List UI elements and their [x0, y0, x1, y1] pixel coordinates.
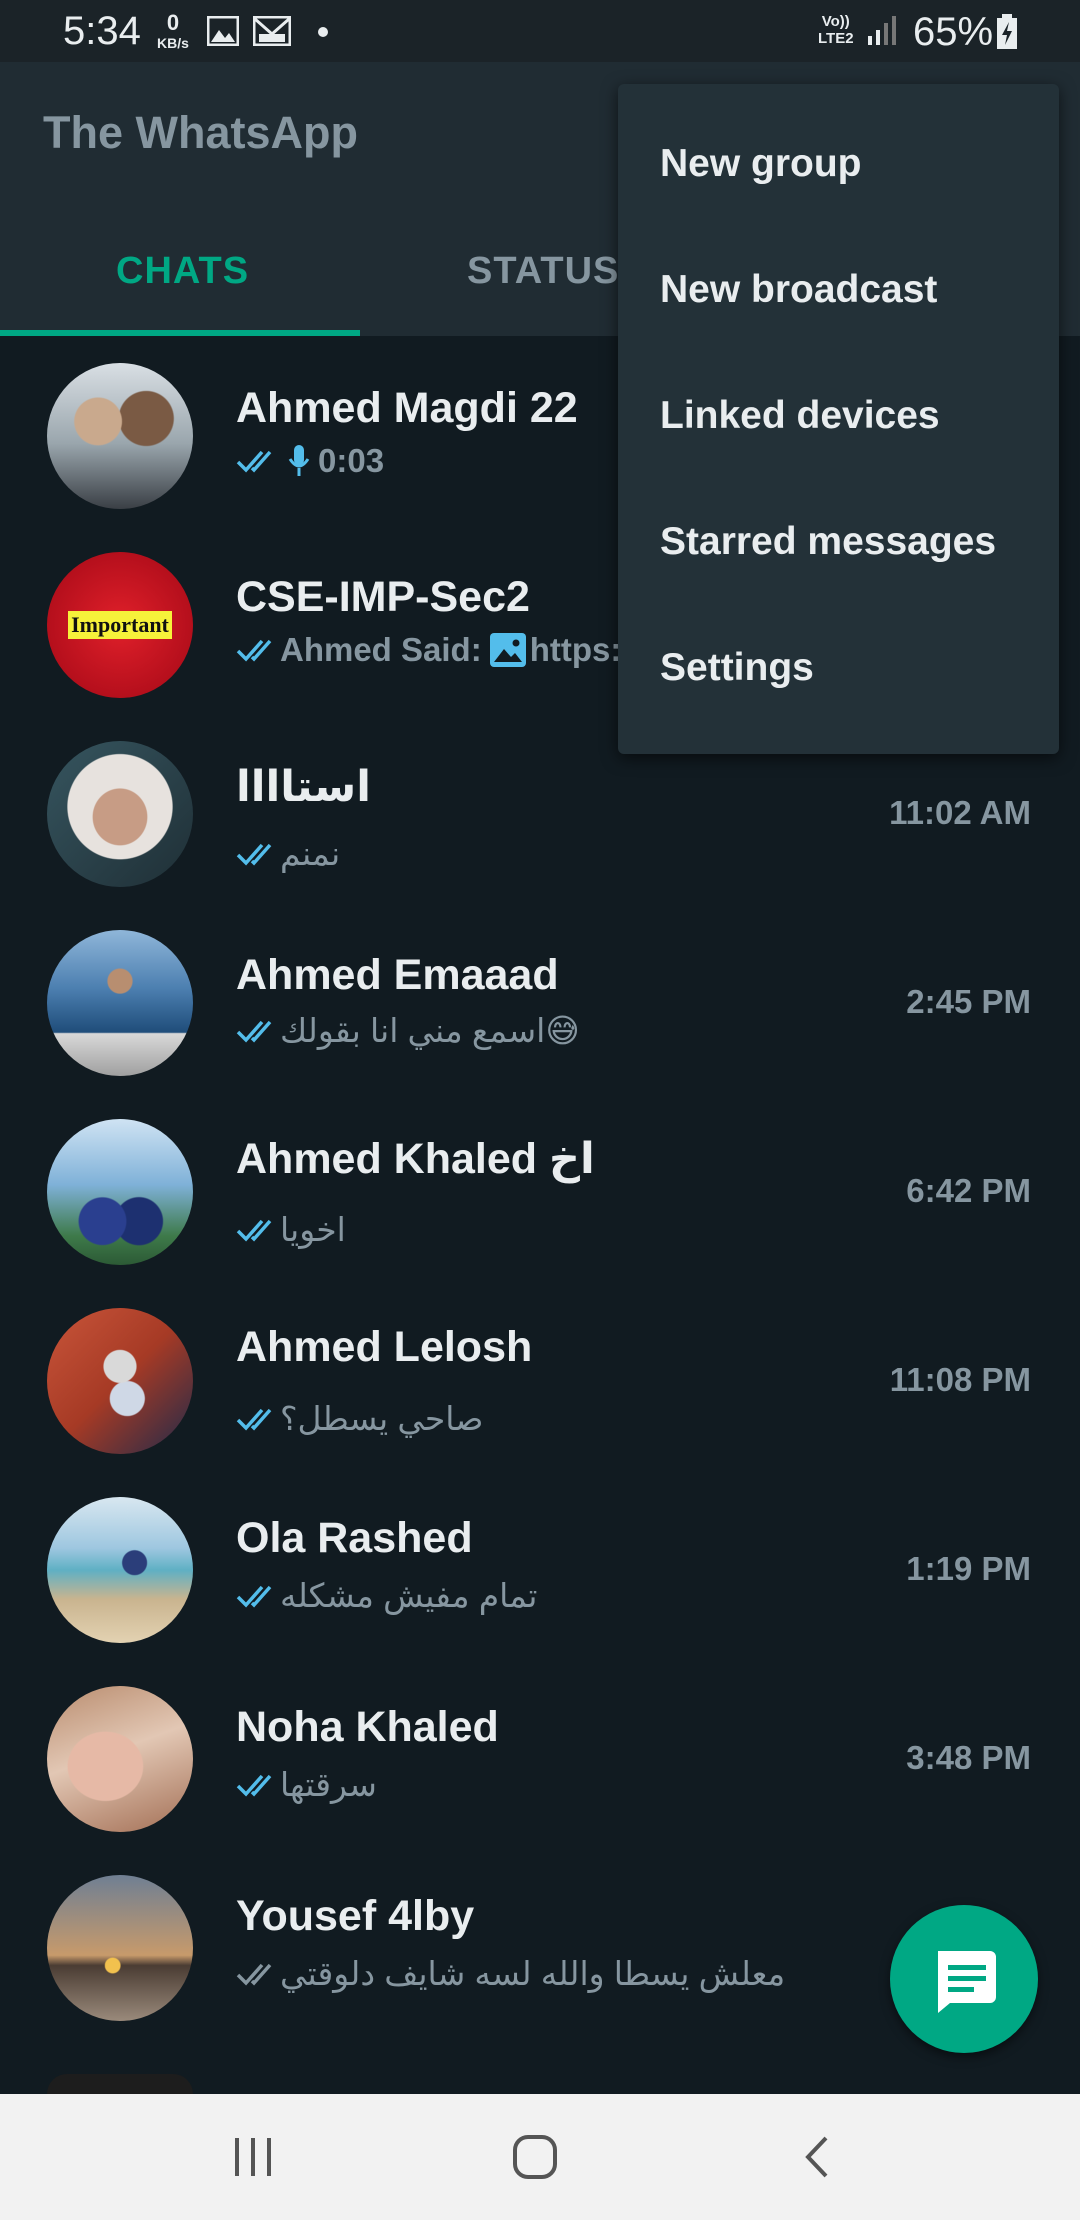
message-text: تمام مفيش مشكله — [280, 1577, 538, 1614]
chat-name: Noha Khaled — [236, 1703, 499, 1751]
new-chat-icon — [938, 1951, 996, 2013]
avatar-label: Important — [68, 611, 172, 639]
chat-name: Yousef 4lby — [236, 1892, 475, 1940]
avatar[interactable]: Important — [47, 552, 193, 698]
chat-row[interactable]: Noha Khaled سرقتها 3:48 PM — [0, 1665, 1080, 1854]
chat-time: 11:02 AM — [889, 794, 1031, 831]
message-text: اسمع مني انا بقولك😅 — [280, 1012, 580, 1049]
chat-preview: اسمع مني انا بقولك😅 — [236, 1011, 580, 1050]
avatar[interactable] — [47, 1686, 193, 1832]
menu-item-new-group[interactable]: New group — [660, 142, 862, 186]
menu-item-new-broadcast[interactable]: New broadcast — [660, 268, 937, 312]
email-icon — [253, 16, 291, 46]
chat-time: 1:19 PM — [906, 1550, 1031, 1587]
chat-name: Ola Rashed — [236, 1514, 473, 1562]
sender-label: Ahmed Said: — [280, 631, 482, 668]
avatar[interactable] — [47, 741, 193, 887]
chat-row[interactable]: Ahmed Lelosh صاحي يسطل؟ 11:08 PM — [0, 1287, 1080, 1476]
avatar[interactable] — [47, 363, 193, 509]
message-text: سرقتها — [280, 1766, 377, 1803]
home-icon[interactable] — [512, 2134, 558, 2180]
chat-preview: سرقتها — [236, 1765, 377, 1804]
overflow-menu: New group New broadcast Linked devices S… — [618, 84, 1059, 754]
signal-icon — [868, 16, 896, 45]
battery-percent: 65% — [913, 10, 994, 54]
chat-preview: 0:03 — [236, 442, 384, 480]
chat-preview: Ahmed Said: https: — [236, 631, 621, 669]
message-text: معلش يسطا والله لسه شايف دلوقتي — [280, 1955, 786, 1992]
new-chat-button[interactable] — [890, 1905, 1038, 2053]
chat-time: 6:42 PM — [906, 1172, 1031, 1209]
notification-dot — [318, 27, 328, 37]
double-tick-icon — [236, 1585, 272, 1608]
net-speed-unit: KB/s — [157, 35, 189, 51]
chat-preview: نمنم — [236, 834, 340, 873]
chat-name: Ahmed Lelosh — [236, 1323, 533, 1371]
image-icon — [489, 633, 526, 667]
double-tick-icon — [236, 1408, 272, 1431]
chat-preview: معلش يسطا والله لسه شايف دلوقتي — [236, 1954, 785, 1993]
avatar[interactable] — [47, 930, 193, 1076]
double-tick-icon — [236, 1963, 272, 1986]
avatar[interactable] — [47, 1497, 193, 1643]
message-text: نمنم — [280, 835, 341, 872]
menu-item-linked-devices[interactable]: Linked devices — [660, 394, 940, 438]
avatar[interactable] — [47, 2074, 193, 2094]
double-tick-icon — [236, 843, 272, 866]
net-speed: 0 KB/s — [150, 10, 196, 51]
chat-name: استاااا — [236, 763, 371, 811]
tab-indicator — [0, 330, 360, 336]
tab-chats[interactable]: CHATS — [116, 250, 249, 293]
double-tick-icon — [236, 450, 272, 473]
lte-label: LTE2 — [818, 29, 854, 47]
chat-time: 11:08 PM — [889, 1361, 1031, 1398]
chat-name: CSE-IMP-Sec2 — [236, 573, 530, 621]
volte-label: Vo)) — [821, 13, 850, 30]
link-text: https: — [529, 631, 622, 668]
app-title: The WhatsApp — [43, 107, 358, 158]
battery-icon — [997, 14, 1017, 49]
volte-indicator: Vo)) LTE2 — [818, 13, 854, 47]
double-tick-icon — [236, 1020, 272, 1043]
menu-item-settings[interactable]: Settings — [660, 646, 814, 690]
avatar[interactable] — [47, 1875, 193, 2021]
chat-preview: اخويا — [236, 1210, 346, 1249]
chat-name: Ahmed Khaled اخ — [236, 1135, 595, 1183]
voice-duration: 0:03 — [318, 442, 385, 479]
chat-time: 2:45 PM — [906, 983, 1031, 1020]
message-text: اخويا — [280, 1211, 346, 1248]
microphone-icon — [288, 445, 310, 476]
chat-time: 3:48 PM — [906, 1739, 1031, 1776]
status-bar: 5:34 0 KB/s Vo)) LTE2 65% — [0, 0, 1080, 62]
menu-item-starred-messages[interactable]: Starred messages — [660, 520, 996, 564]
navigation-bar — [0, 2094, 1080, 2220]
chat-preview: تمام مفيش مشكله — [236, 1576, 537, 1615]
double-tick-icon — [236, 639, 272, 662]
double-tick-icon — [236, 1774, 272, 1797]
back-icon[interactable] — [802, 2134, 832, 2180]
status-time: 5:34 — [63, 9, 141, 53]
recent-apps-icon[interactable] — [232, 2136, 274, 2178]
net-speed-value: 0 — [166, 10, 180, 35]
double-tick-icon — [236, 1219, 272, 1242]
chat-row[interactable]: Ahmed Emaaad اسمع مني انا بقولك😅 2:45 PM — [0, 909, 1080, 1098]
chat-name: Ahmed Emaaad — [236, 951, 559, 999]
gallery-icon — [207, 16, 239, 46]
tab-status[interactable]: STATUS — [467, 250, 619, 293]
chat-name: Ahmed Magdi 22 — [236, 384, 578, 432]
chat-row[interactable]: Ola Rashed تمام مفيش مشكله 1:19 PM — [0, 1476, 1080, 1665]
avatar[interactable] — [47, 1308, 193, 1454]
avatar[interactable] — [47, 1119, 193, 1265]
message-text: صاحي يسطل؟ — [280, 1400, 484, 1437]
chat-preview: صاحي يسطل؟ — [236, 1399, 483, 1438]
chat-row[interactable]: Ahmed Khaled اخ اخويا 6:42 PM — [0, 1098, 1080, 1287]
